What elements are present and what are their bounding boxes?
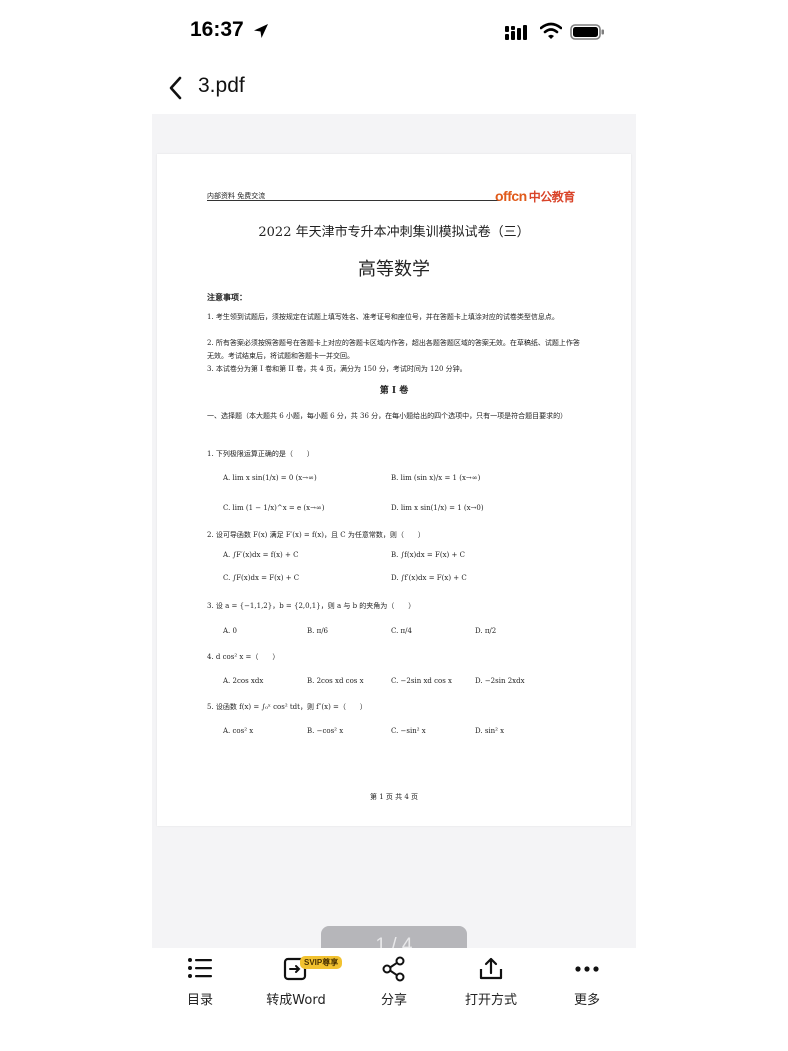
toolbar-label: 分享 xyxy=(380,993,407,1008)
battery-icon xyxy=(570,24,604,40)
option: A. cos² x xyxy=(223,727,254,735)
option: C. ∫F(x)dx = F(x) + C xyxy=(223,574,300,582)
status-bar: 16:37 xyxy=(0,0,788,64)
option: D. ∫f′(x)dx = F(x) + C xyxy=(391,574,467,582)
toolbar-share-button[interactable]: 分享 xyxy=(349,948,439,1018)
cellular-signal-icon xyxy=(505,25,527,40)
toolbar-label: 目录 xyxy=(186,993,213,1008)
header-divider xyxy=(207,200,499,201)
note-item: 3. 本试卷分为第 I 卷和第 II 卷，共 4 页，满分为 150 分，考试时… xyxy=(207,365,467,373)
option: D. −2sin 2xdx xyxy=(475,677,525,685)
option: B. lim (sin x)/x = 1 (x→∞) xyxy=(391,474,481,482)
more-icon xyxy=(575,966,599,972)
option: C. lim (1 − 1/x)^x = e (x→∞) xyxy=(223,504,325,512)
pdf-viewer[interactable]: 内部资料 免费交流 offcn 中公教育 2022 年天津市专升本冲刺集训模拟试卷… xyxy=(152,114,636,1051)
subject-title: 高等数学 xyxy=(358,259,430,280)
toolbar-label: 转成Word xyxy=(266,993,326,1008)
option: B. π/6 xyxy=(307,627,329,635)
status-time: 16:37 xyxy=(190,18,244,41)
option: C. −2sin xd cos x xyxy=(391,677,452,685)
toolbar-contents-button[interactable]: 目录 xyxy=(155,948,245,1018)
list-icon xyxy=(188,958,212,978)
pdf-page: 内部资料 免费交流 offcn 中公教育 2022 年天津市专升本冲刺集训模拟试卷… xyxy=(157,154,631,826)
document-title: 3.pdf xyxy=(198,74,245,97)
exam-title: 2022 年天津市专升本冲刺集训模拟试卷（三） xyxy=(258,225,530,240)
question-3: 3. 设 a = {−1,1,2}，b = {2,0,1}，则 a 与 b 的夹… xyxy=(207,602,416,610)
option: A. lim x sin(1/x) = 0 (x→∞) xyxy=(223,474,317,482)
option: D. lim x sin(1/x) = 1 (x→0) xyxy=(391,504,484,512)
option: C. π/4 xyxy=(391,627,412,635)
toolbar-more-button[interactable]: 更多 xyxy=(542,948,632,1018)
nav-bar: 3.pdf xyxy=(152,64,636,114)
toolbar-open-with-button[interactable]: 打开方式 xyxy=(446,948,536,1018)
option: C. −sin² x xyxy=(391,727,426,735)
option: D. sin² x xyxy=(475,727,505,735)
question-1: 1. 下列极限运算正确的是（ ） xyxy=(207,450,314,458)
option: D. π/2 xyxy=(475,627,497,635)
option: A. ∫F′(x)dx = f(x) + C xyxy=(223,551,299,559)
notes-heading: 注意事项： xyxy=(207,292,247,302)
open-with-icon xyxy=(479,957,503,980)
note-item: 1. 考生领到试题后，须按规定在试题上填写姓名、准考证号和座位号，并在答题卡上填… xyxy=(207,313,559,321)
question-5: 5. 设函数 f(x) = ∫₀ˣ cos² tdt，则 f″(x) =（ ） xyxy=(207,703,367,711)
bottom-toolbar: 目录 转成Word SVIP尊享 分享 打开方式 更多 xyxy=(152,948,636,1051)
location-arrow-icon xyxy=(254,24,268,38)
page-footer: 第 1 页 共 4 页 xyxy=(369,793,419,801)
option: B. 2cos xd cos x xyxy=(307,677,364,685)
back-chevron-icon[interactable] xyxy=(168,76,184,100)
toolbar-label: 打开方式 xyxy=(464,993,517,1008)
offcn-logo: offcn 中公教育 xyxy=(495,188,575,204)
toolbar-label: 更多 xyxy=(573,993,600,1008)
svip-badge: SVIP尊享 xyxy=(300,956,343,969)
question-2: 2. 设可导函数 F(x) 满足 F′(x) = f(x)，且 C 为任意常数，… xyxy=(207,531,425,539)
option: B. ∫f(x)dx = F(x) + C xyxy=(391,551,465,559)
wifi-icon xyxy=(540,22,562,39)
question-4: 4. d cos² x =（ ） xyxy=(207,653,280,661)
option: A. 0 xyxy=(223,627,237,635)
share-icon xyxy=(382,956,405,982)
part-heading: 一、选择题（本大题共 6 小题，每小题 6 分，共 36 分，在每小题给出的四个… xyxy=(207,412,568,420)
section-heading: 第 I 卷 xyxy=(379,386,409,396)
note-item: 2. 所有答案必须按照答题号在答题卡上对应的答题卡区域内作答，超出各题答题区域的… xyxy=(207,339,580,360)
option: A. 2cos xdx xyxy=(223,677,264,685)
option: B. −cos² x xyxy=(307,727,344,735)
